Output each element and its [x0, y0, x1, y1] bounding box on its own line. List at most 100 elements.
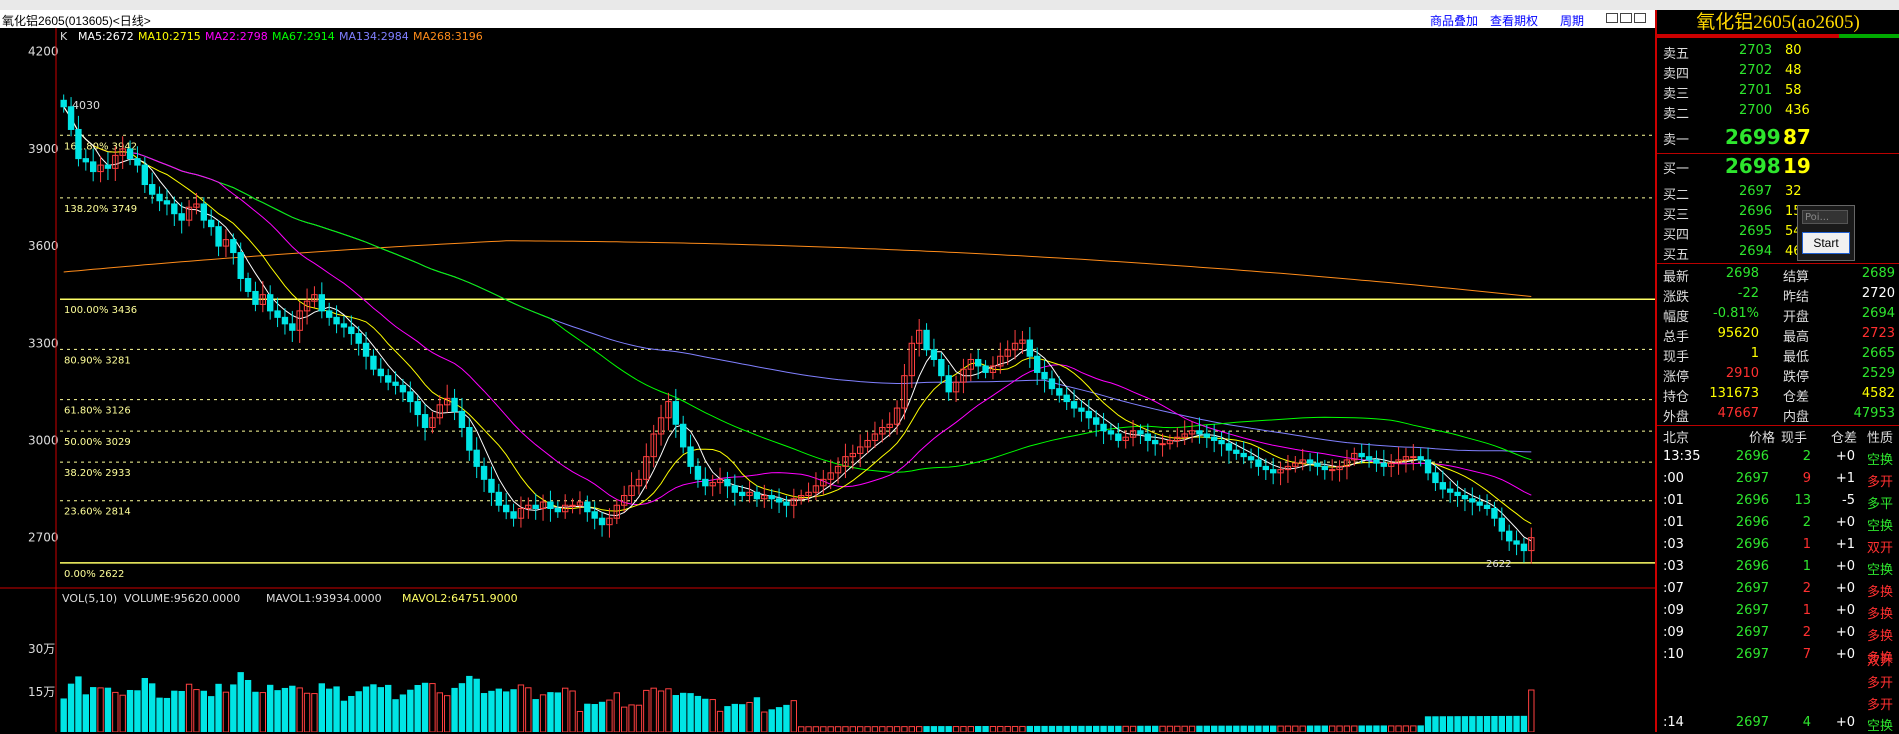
candle-body [1255, 459, 1262, 467]
volume-bar [1137, 725, 1144, 732]
volume-bar [820, 726, 827, 732]
stat-label: 昨结 [1783, 290, 1810, 305]
candle-body [1070, 401, 1078, 409]
candle-body [1152, 439, 1159, 445]
candle-body [385, 375, 392, 383]
tick-header-now: 现手 [1781, 431, 1808, 446]
volume-bar [163, 697, 171, 732]
volume-bar [908, 726, 915, 732]
restore-icon[interactable] [1606, 13, 1618, 23]
view-options-link[interactable]: 查看期权 [1490, 12, 1538, 29]
volume-bar [119, 694, 126, 732]
commodity-overlay-link[interactable]: 商品叠加 [1430, 12, 1478, 29]
candle-body [466, 427, 473, 451]
candle-body [82, 158, 89, 163]
volume-bar [871, 726, 879, 732]
ma-line [63, 240, 1532, 297]
candle-body [163, 200, 171, 205]
tick-diff: +1 [1835, 537, 1855, 552]
volume-bar [812, 726, 820, 732]
volume-bar [355, 691, 362, 732]
tick-diff: +0 [1835, 715, 1855, 730]
volume-bar [1247, 725, 1255, 732]
candle-body [60, 99, 67, 108]
period-link[interactable]: 周期 [1560, 12, 1584, 29]
tick-row: :09 2697 1 +0 多换 [1657, 602, 1899, 622]
start-button[interactable]: Start [1802, 232, 1850, 254]
tick-header-diff: 仓差 [1831, 431, 1858, 446]
candle-body [1159, 443, 1166, 446]
tick-now: 1 [1802, 603, 1811, 618]
candle-body [945, 375, 952, 393]
volume-bar [444, 695, 451, 732]
tile-icon[interactable] [1620, 13, 1632, 23]
candle-body [1107, 430, 1115, 435]
volume-bar [1188, 725, 1196, 732]
ask-volume: 48 [1785, 63, 1802, 78]
volume-bar [370, 684, 377, 732]
volume-bar [1329, 725, 1336, 732]
candle-body [1506, 530, 1513, 542]
tick-nature: 空换 [1867, 453, 1894, 468]
tick-now: 2 [1802, 449, 1811, 464]
candle-body [377, 368, 384, 377]
volume-bar [1476, 716, 1483, 732]
candle-body [281, 316, 289, 325]
volume-bar [1506, 715, 1513, 732]
volume-bar [849, 726, 856, 732]
candle-body [1056, 388, 1063, 396]
stat-value: 2665 [1861, 346, 1895, 361]
bid-price: 2698 [1725, 154, 1781, 178]
volume-bar [746, 701, 753, 732]
volume-bar [1218, 725, 1225, 732]
stat-label: 仓差 [1783, 390, 1810, 405]
candle-body [1358, 452, 1365, 458]
volume-bar [1528, 689, 1535, 732]
candle-body [687, 446, 694, 467]
stat-row: 现手 1 最低 2665 [1657, 345, 1899, 365]
candle-body [480, 465, 488, 480]
tick-now: 13 [1794, 493, 1811, 508]
tick-header-price: 价格 [1749, 431, 1776, 446]
volume-bar [768, 709, 775, 732]
volume-bar [680, 692, 687, 732]
candle-body [1329, 469, 1336, 472]
volume-bar [1520, 715, 1528, 732]
candle-body [1483, 504, 1491, 509]
bid-row: 买五 2694 46 [1657, 243, 1899, 263]
tick-time: :03 [1663, 537, 1684, 552]
candle-body [208, 219, 215, 228]
bid-label: 买二 [1663, 188, 1690, 203]
stat-value: 2720 [1861, 286, 1895, 301]
volume-bar [539, 694, 547, 732]
maximize-icon[interactable] [1634, 13, 1646, 23]
candle-body [348, 326, 355, 335]
bid-volume: 32 [1785, 184, 1802, 199]
volume-bar [702, 698, 709, 732]
volume-bar [790, 700, 797, 732]
stat-label: 总手 [1663, 330, 1690, 345]
candle-body [1469, 498, 1476, 503]
volume-bar [576, 710, 584, 732]
tick-row: 多开 [1657, 693, 1899, 713]
candle-body [554, 507, 561, 513]
volume-bar [1004, 725, 1011, 732]
candle-body [1439, 482, 1446, 490]
ask-volume: 80 [1785, 43, 1802, 58]
tick-time: :09 [1663, 603, 1684, 618]
popup-input[interactable]: Poi... [1802, 210, 1848, 224]
volume-bar [1262, 725, 1269, 732]
volume-bar [488, 690, 495, 732]
candle-body [569, 504, 576, 507]
volume-bar [1181, 725, 1188, 732]
stat-label: 涨跌 [1663, 290, 1690, 305]
candle-body [1270, 469, 1277, 474]
volume-bar [842, 726, 849, 732]
candle-body [1196, 430, 1203, 435]
candle-body [1432, 472, 1439, 484]
kline-chart[interactable]: 4200 3900 3600 3300 3000 2700 K MA5:2672 MA10:27… [0, 28, 1656, 732]
tick-nature: 多开 [1867, 475, 1894, 490]
volume-bar [1314, 725, 1321, 732]
tick-price: 2696 [1735, 493, 1769, 508]
candle-body [1373, 459, 1380, 464]
